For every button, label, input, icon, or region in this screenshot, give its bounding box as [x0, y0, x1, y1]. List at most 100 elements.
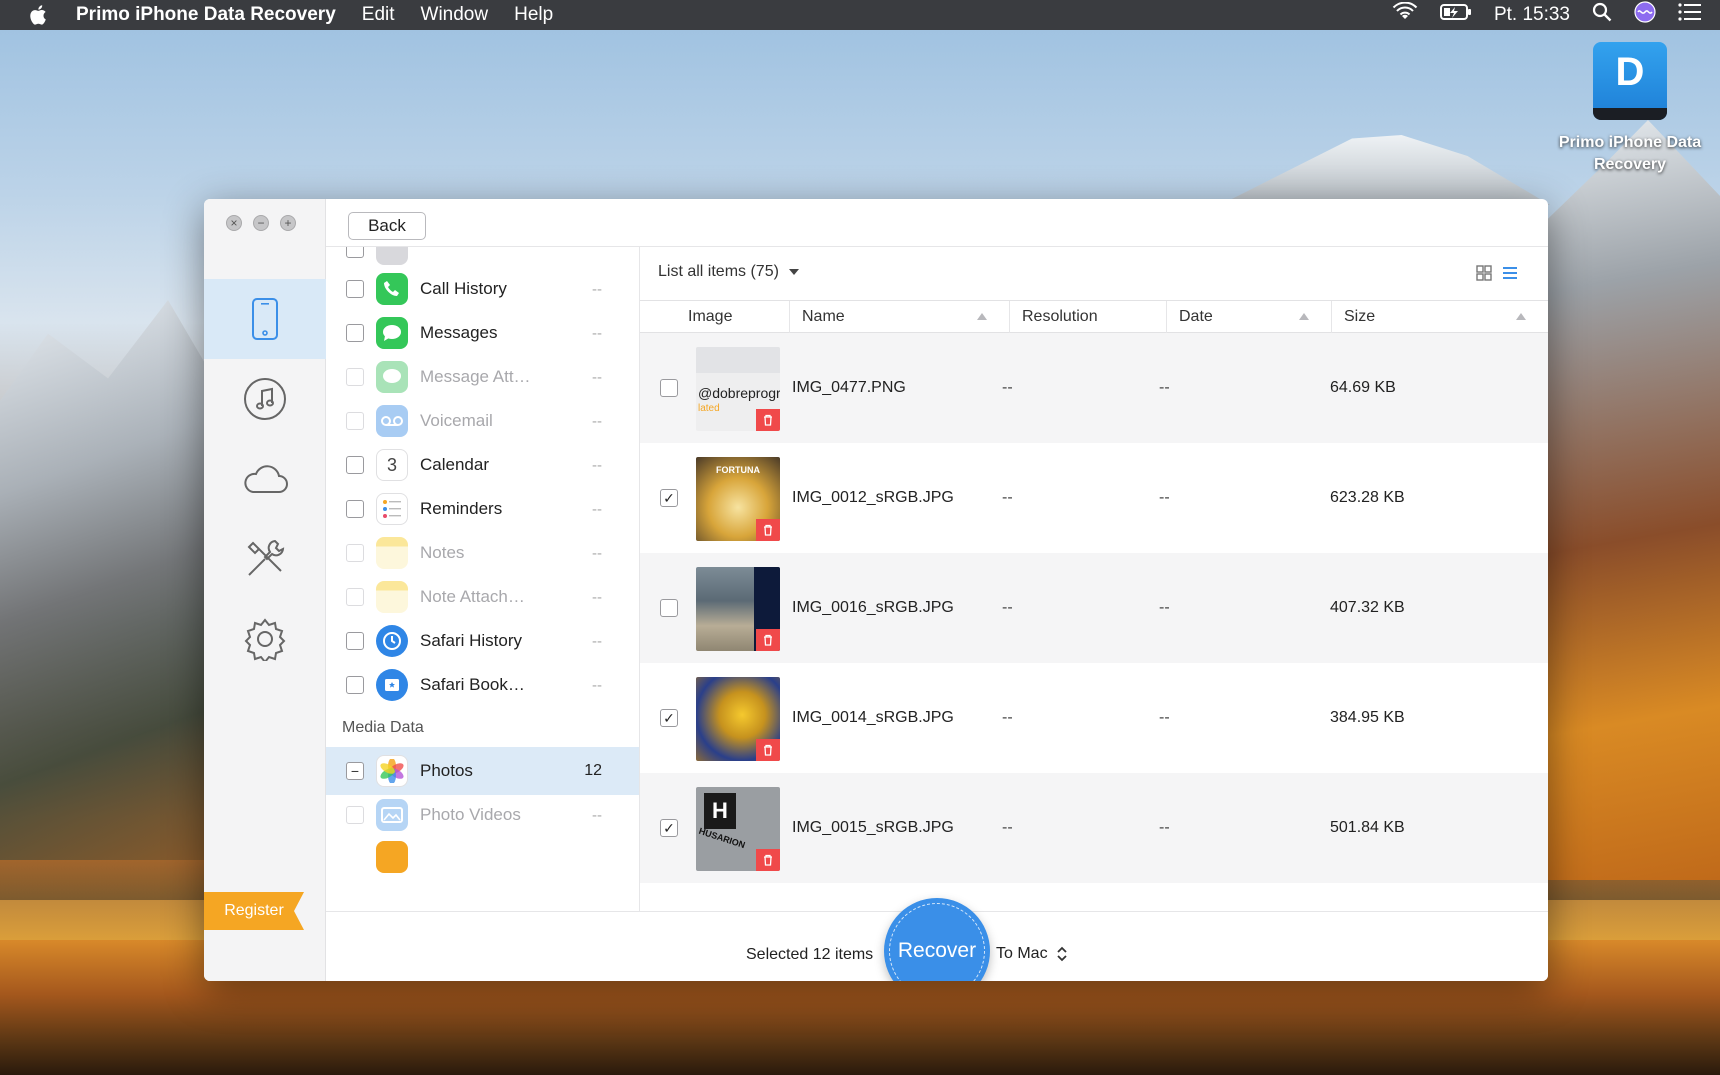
safari-bookmark-icon [376, 669, 408, 701]
category-item-message-attachments: Message Att… -- [326, 353, 639, 401]
thumb-subtext: lated [698, 403, 720, 414]
table-row[interactable]: ✓ IMG_0014_sRGB.JPG -- -- 384.95 KB [640, 663, 1548, 773]
category-checkbox[interactable] [346, 632, 364, 650]
desktop-mountain-right [1540, 120, 1720, 880]
category-checkbox[interactable] [346, 324, 364, 342]
destination-selector[interactable]: To Mac [996, 945, 1068, 963]
category-checkbox[interactable] [346, 247, 364, 258]
menu-clock[interactable]: Pt. 15:33 [1494, 4, 1570, 26]
row-resolution: -- [1002, 379, 1013, 396]
row-resolution: -- [1002, 489, 1013, 506]
row-resolution: -- [1002, 709, 1013, 726]
destination-label: To Mac [996, 945, 1048, 962]
spotlight-search-icon[interactable] [1592, 2, 1612, 28]
row-name: IMG_0477.PNG [792, 379, 906, 396]
category-checkbox-partial[interactable]: − [346, 762, 364, 780]
sidebar-item-tools[interactable] [204, 519, 326, 599]
column-header-label: Resolution [1022, 308, 1098, 325]
row-checkbox[interactable] [660, 599, 678, 617]
category-item-calendar[interactable]: 3 Calendar -- [326, 441, 639, 489]
row-thumbnail [696, 677, 780, 761]
category-count: -- [592, 632, 602, 650]
battery-icon[interactable] [1439, 3, 1472, 27]
column-header-label: Size [1344, 308, 1376, 325]
category-item-photos[interactable]: − Photos 12 [326, 747, 639, 795]
file-list: @dobreprogr lated IMG_0477.PNG -- -- 64.… [640, 333, 1548, 911]
category-item-safari-history[interactable]: Safari History -- [326, 617, 639, 665]
sidebar-rail: × − + Register [204, 199, 326, 981]
category-label: Safari Book… [420, 675, 525, 694]
notification-center-icon[interactable] [1678, 3, 1702, 27]
thumb-text: FORTUNA [716, 465, 760, 475]
sidebar-item-settings[interactable] [204, 599, 326, 679]
table-row[interactable]: IMG_0016_sRGB.JPG -- -- 407.32 KB [640, 553, 1548, 663]
media-data-section-title: Media Data [342, 719, 424, 736]
sidebar-item-device[interactable] [204, 279, 326, 359]
sort-arrow-icon [1516, 313, 1526, 320]
column-header-image[interactable]: Image [640, 301, 790, 333]
apple-icon[interactable] [26, 2, 52, 28]
table-header: Image Name Resolution Date Size [640, 301, 1548, 333]
settings-icon [244, 618, 286, 661]
sidebar-item-icloud[interactable] [204, 439, 326, 519]
row-thumbnail: @dobreprogr lated [696, 347, 780, 431]
row-checkbox-checked[interactable]: ✓ [660, 819, 678, 837]
thumb-text: @dobreprogr [698, 385, 780, 401]
category-label: Photo Videos [420, 805, 521, 824]
category-item-call-history[interactable]: Call History -- [326, 265, 639, 313]
category-item-reminders[interactable]: Reminders -- [326, 485, 639, 533]
table-row[interactable]: @dobreprogr lated IMG_0477.PNG -- -- 64.… [640, 333, 1548, 443]
sidebar-item-itunes[interactable] [204, 359, 326, 439]
category-list: Call History -- Messages -- Message Att…… [326, 247, 640, 911]
close-window-icon[interactable]: × [226, 215, 242, 231]
table-row[interactable]: ✓ H HUSARION IMG_0015_sRGB.JPG -- -- 501… [640, 773, 1548, 883]
photos-icon [376, 755, 408, 787]
category-checkbox[interactable] [346, 676, 364, 694]
category-count: -- [592, 676, 602, 694]
category-count: -- [592, 280, 602, 298]
sort-arrow-icon [1299, 313, 1309, 320]
back-button[interactable]: Back [348, 212, 426, 240]
list-filter-dropdown[interactable]: List all items (75) [658, 263, 800, 281]
table-row[interactable]: ✓ FORTUNA IMG_0012_sRGB.JPG -- -- 623.28… [640, 443, 1548, 553]
menu-help[interactable]: Help [514, 4, 553, 26]
row-name: IMG_0016_sRGB.JPG [792, 599, 954, 616]
drive-letter: D [1615, 50, 1645, 94]
list-view-icon[interactable] [1502, 265, 1518, 286]
category-label: Reminders [420, 499, 503, 518]
chevron-down-icon [789, 268, 800, 275]
trash-icon [756, 849, 780, 871]
category-item-messages[interactable]: Messages -- [326, 309, 639, 357]
drive-icon: D [1593, 42, 1667, 120]
notes-icon [376, 537, 408, 569]
minimize-window-icon[interactable]: − [253, 215, 269, 231]
trash-icon [756, 409, 780, 431]
row-date: -- [1159, 819, 1170, 836]
menu-edit[interactable]: Edit [362, 4, 395, 26]
row-checkbox[interactable] [660, 379, 678, 397]
wifi-icon[interactable] [1392, 1, 1418, 28]
desktop-app-icon[interactable]: D Primo iPhone Data Recovery [1559, 42, 1701, 182]
menu-window[interactable]: Window [421, 4, 489, 26]
menu-app-name[interactable]: Primo iPhone Data Recovery [76, 4, 336, 26]
grid-view-icon[interactable] [1476, 265, 1492, 286]
app-window: × − + Register Back Call History -- Mess… [204, 199, 1548, 981]
column-header-date[interactable]: Date [1167, 301, 1332, 333]
row-size: 64.69 KB [1330, 379, 1396, 396]
column-header-resolution[interactable]: Resolution [1010, 301, 1167, 333]
siri-icon[interactable] [1634, 1, 1656, 29]
column-header-name[interactable]: Name [790, 301, 1010, 333]
category-checkbox [346, 368, 364, 386]
column-header-size[interactable]: Size [1332, 301, 1548, 333]
category-item-safari-bookmarks[interactable]: Safari Book… -- [326, 661, 639, 709]
category-checkbox[interactable] [346, 280, 364, 298]
register-button[interactable]: Register [204, 892, 304, 930]
row-checkbox-checked[interactable]: ✓ [660, 489, 678, 507]
row-name: IMG_0012_sRGB.JPG [792, 489, 954, 506]
zoom-window-icon[interactable]: + [280, 215, 296, 231]
phone-icon [376, 273, 408, 305]
category-checkbox[interactable] [346, 456, 364, 474]
category-count: -- [592, 544, 602, 562]
row-checkbox-checked[interactable]: ✓ [660, 709, 678, 727]
category-checkbox[interactable] [346, 500, 364, 518]
